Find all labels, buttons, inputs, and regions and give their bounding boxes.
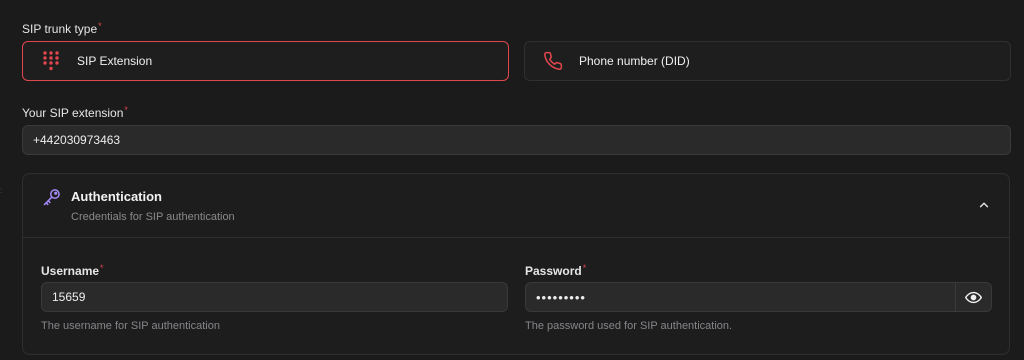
sip-extension-input[interactable]: +442030973463 <box>22 125 1011 155</box>
password-label-text: Password <box>525 264 582 278</box>
password-input[interactable]: ••••••••• <box>526 290 955 305</box>
edge-marker: : <box>0 186 3 195</box>
trunk-option-phone-number[interactable]: Phone number (DID) <box>524 41 1011 81</box>
sip-trunk-form: : SIP trunk type* SIP Extension Phone nu… <box>0 0 1024 360</box>
trunk-type-label-text: SIP trunk type <box>22 22 98 36</box>
trunk-option-label: SIP Extension <box>77 54 153 68</box>
trunk-option-label: Phone number (DID) <box>579 54 690 68</box>
key-icon <box>42 187 62 207</box>
chevron-up-icon[interactable] <box>977 198 991 212</box>
username-input[interactable]: 15659 <box>41 282 508 312</box>
dialpad-icon <box>39 49 63 73</box>
authentication-title: Authentication <box>71 189 162 204</box>
password-hint: The password used for SIP authentication… <box>525 320 733 332</box>
authentication-header[interactable]: Authentication Credentials for SIP authe… <box>23 174 1009 238</box>
authentication-subtitle: Credentials for SIP authentication <box>71 211 235 223</box>
username-label: Username* <box>41 261 104 278</box>
required-mark: * <box>100 263 104 273</box>
required-mark: * <box>124 105 128 115</box>
required-mark: * <box>98 21 102 31</box>
username-label-text: Username <box>41 264 100 278</box>
phone-icon <box>541 49 565 73</box>
required-mark: * <box>582 263 587 273</box>
eye-icon[interactable] <box>955 283 991 311</box>
trunk-type-label: SIP trunk type* <box>22 19 102 36</box>
password-field: ••••••••• <box>525 282 992 312</box>
username-hint: The username for SIP authentication <box>41 320 220 332</box>
password-label: Password* <box>525 261 586 278</box>
extension-label: Your SIP extension* <box>22 103 128 120</box>
trunk-option-sip-extension[interactable]: SIP Extension <box>22 41 509 81</box>
extension-label-text: Your SIP extension <box>22 106 124 120</box>
